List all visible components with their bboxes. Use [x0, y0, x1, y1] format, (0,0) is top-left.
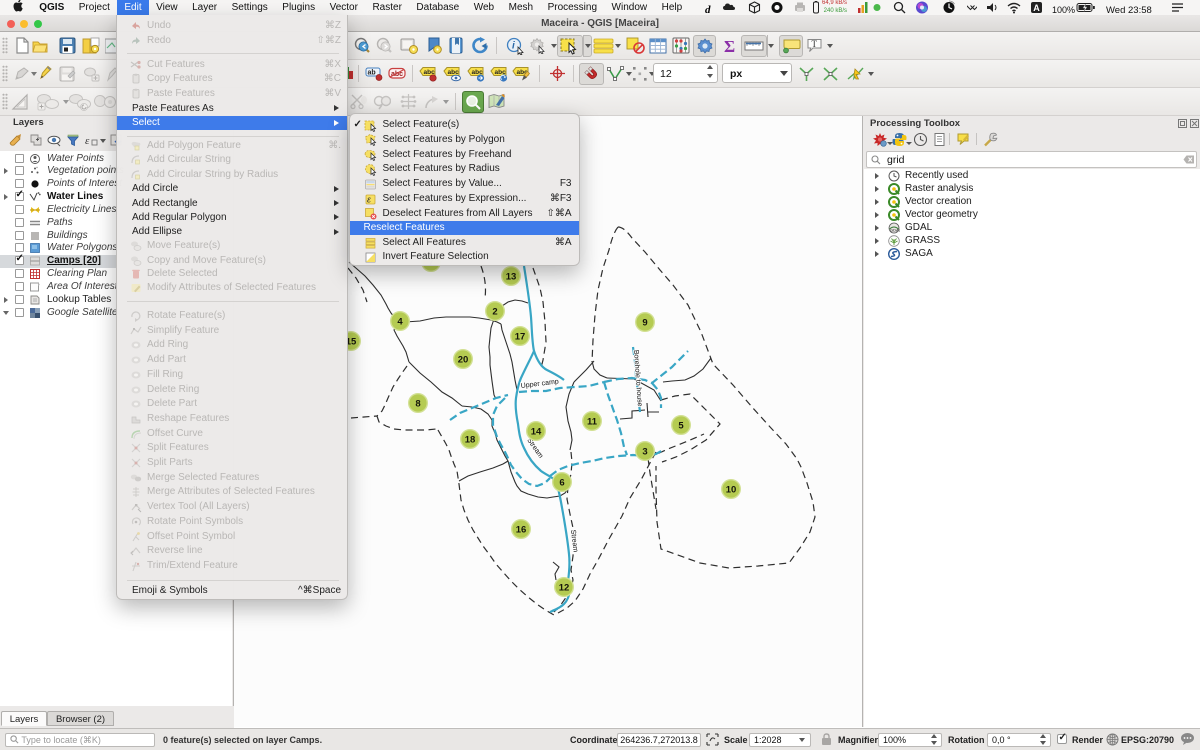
svg-text:abc: abc — [391, 71, 403, 78]
svg-text:3: 3 — [642, 446, 647, 457]
svg-text:18: 18 — [465, 434, 476, 445]
svg-text:GDAL: GDAL — [890, 227, 900, 232]
svg-text:5: 5 — [678, 420, 684, 431]
svg-text:2: 2 — [492, 306, 497, 317]
svg-text:20: 20 — [458, 354, 469, 365]
svg-text:14: 14 — [531, 426, 542, 437]
svg-text:Stream: Stream — [569, 529, 579, 552]
svg-text:4: 4 — [397, 316, 403, 327]
svg-text:9: 9 — [642, 317, 647, 328]
svg-text:10: 10 — [726, 484, 737, 495]
svg-text:A: A — [1033, 3, 1040, 13]
svg-text:ab: ab — [368, 70, 376, 77]
svg-text:12: 12 — [559, 582, 570, 593]
svg-text:T: T — [812, 39, 818, 49]
svg-text:Upper camp: Upper camp — [520, 378, 559, 390]
svg-text:ε: ε — [85, 135, 90, 147]
svg-text:16: 16 — [516, 524, 527, 535]
svg-text:i: i — [512, 40, 515, 51]
svg-text:11: 11 — [587, 416, 598, 427]
svg-text:Σ: Σ — [724, 37, 735, 54]
svg-text:13: 13 — [506, 271, 517, 282]
svg-text:6: 6 — [559, 477, 564, 488]
svg-text:8: 8 — [415, 398, 420, 409]
svg-text:17: 17 — [515, 331, 526, 342]
